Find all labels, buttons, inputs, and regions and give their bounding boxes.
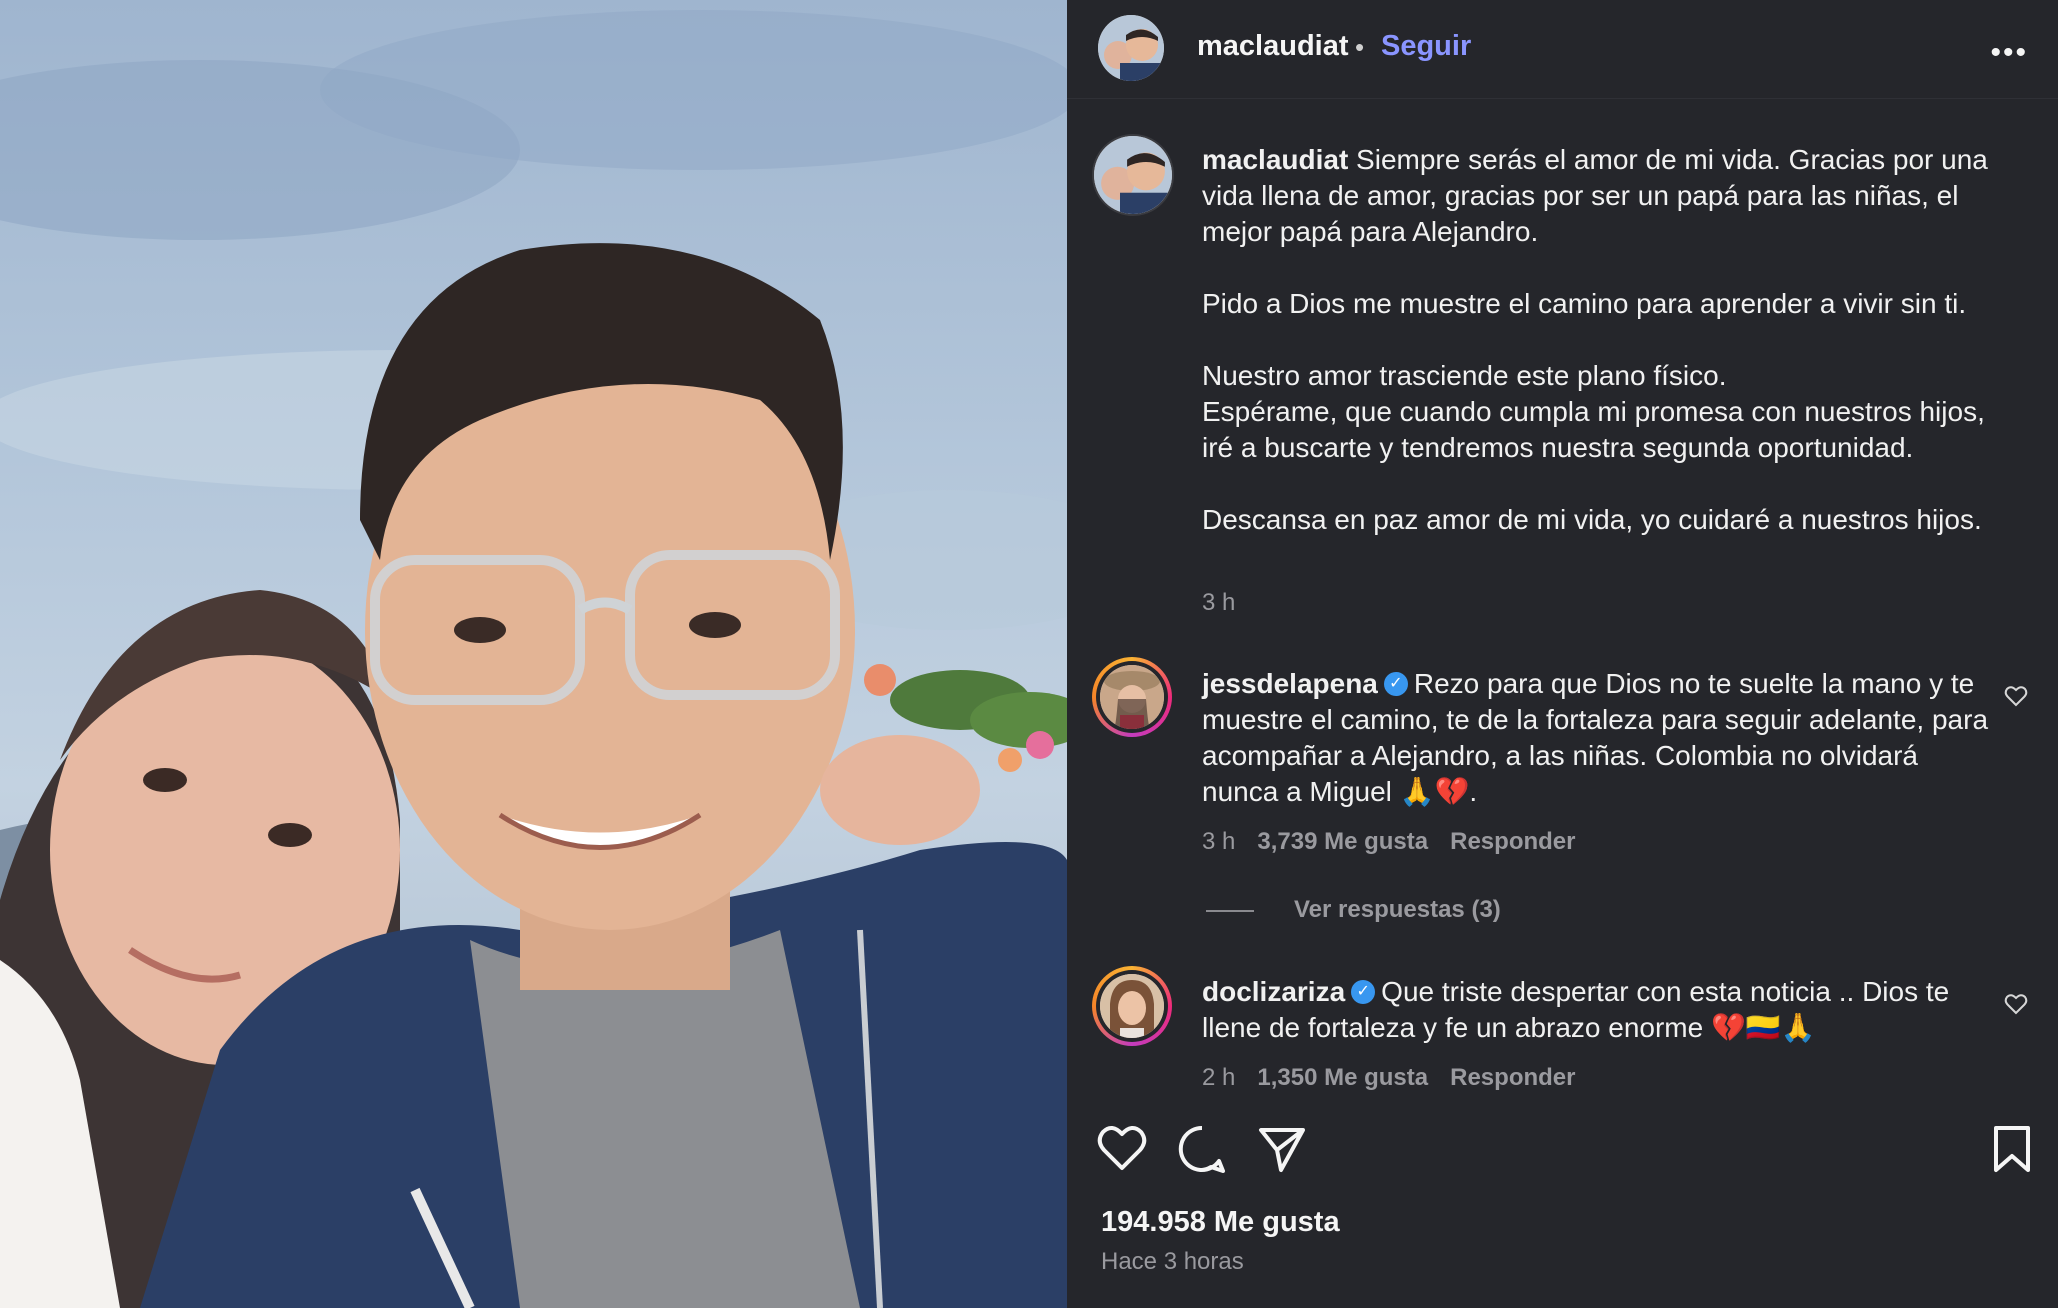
verified-icon: ✓ xyxy=(1383,671,1408,696)
reply-button[interactable]: Responder xyxy=(1450,828,1575,855)
comment-1: jessdelapena ✓ Rezo para que Dios no te su… xyxy=(1202,666,1992,810)
post-side-panel: maclaudiat • Seguir ••• maclaudiat Siemp… xyxy=(1067,0,2058,1308)
caption-time: 3 h xyxy=(1202,589,1236,616)
comment-1-meta: 3 h 3,739 Me gusta Responder xyxy=(1202,828,1575,856)
selfie-illustration xyxy=(0,10,1067,1308)
comment-avatar-ring[interactable] xyxy=(1092,966,1172,1046)
avatar-image xyxy=(1100,974,1164,1038)
comment-username[interactable]: jessdelapena xyxy=(1202,668,1378,699)
save-button[interactable] xyxy=(1992,1124,2032,1176)
reply-button[interactable]: Responder xyxy=(1450,1064,1575,1091)
post-timestamp: Hace 3 horas xyxy=(1101,1248,1244,1275)
comment-likes[interactable]: 3,739 Me gusta xyxy=(1257,828,1428,855)
instagram-post: maclaudiat • Seguir ••• maclaudiat Siemp… xyxy=(0,0,2058,1308)
comment-icon xyxy=(1178,1125,1225,1173)
view-replies-button[interactable]: Ver respuestas (3) xyxy=(1294,896,1501,924)
comment-time: 2 h xyxy=(1202,1064,1236,1091)
post-photo[interactable] xyxy=(0,0,1067,1308)
avatar-image xyxy=(1094,136,1172,214)
commenter-avatar xyxy=(1100,974,1164,1038)
author-username[interactable]: maclaudiat xyxy=(1197,30,1349,63)
separator-dot: • xyxy=(1355,32,1365,62)
caption-text: Siempre serás el amor de mi vida. Gracia… xyxy=(1202,144,1988,535)
share-button[interactable] xyxy=(1257,1124,1307,1176)
comment-time: 3 h xyxy=(1202,828,1236,855)
author-avatar[interactable] xyxy=(1098,15,1164,81)
comment-username[interactable]: doclizariza xyxy=(1202,976,1345,1007)
comment-avatar-ring[interactable] xyxy=(1092,657,1172,737)
more-icon[interactable]: ••• xyxy=(1990,36,2028,70)
comment-button[interactable] xyxy=(1177,1124,1227,1176)
caption-username[interactable]: maclaudiat xyxy=(1202,144,1348,175)
comment-2-meta: 2 h 1,350 Me gusta Responder xyxy=(1202,1064,1575,1092)
commenter-avatar xyxy=(1100,665,1164,729)
post-caption: maclaudiat Siempre serás el amor de mi v… xyxy=(1202,142,2022,538)
avatar-image xyxy=(1100,665,1164,729)
like-button[interactable] xyxy=(1097,1124,1147,1176)
post-header: maclaudiat • Seguir ••• xyxy=(1067,0,2058,99)
avatar-image xyxy=(1098,15,1164,81)
verified-icon: ✓ xyxy=(1351,979,1376,1004)
post-likes-count[interactable]: 194.958 Me gusta xyxy=(1101,1206,1340,1239)
share-icon xyxy=(1259,1128,1305,1172)
comment-likes[interactable]: 1,350 Me gusta xyxy=(1257,1064,1428,1091)
heart-icon xyxy=(1097,1126,1147,1170)
comment-2: doclizariza ✓ Que triste despertar con est… xyxy=(1202,974,1992,1046)
caption-author-avatar[interactable] xyxy=(1092,134,1174,216)
replies-divider xyxy=(1206,910,1254,912)
follow-button[interactable]: Seguir xyxy=(1381,30,1471,63)
heart-icon[interactable] xyxy=(2004,684,2028,708)
heart-icon[interactable] xyxy=(2004,992,2028,1016)
bookmark-icon xyxy=(1994,1126,2030,1172)
